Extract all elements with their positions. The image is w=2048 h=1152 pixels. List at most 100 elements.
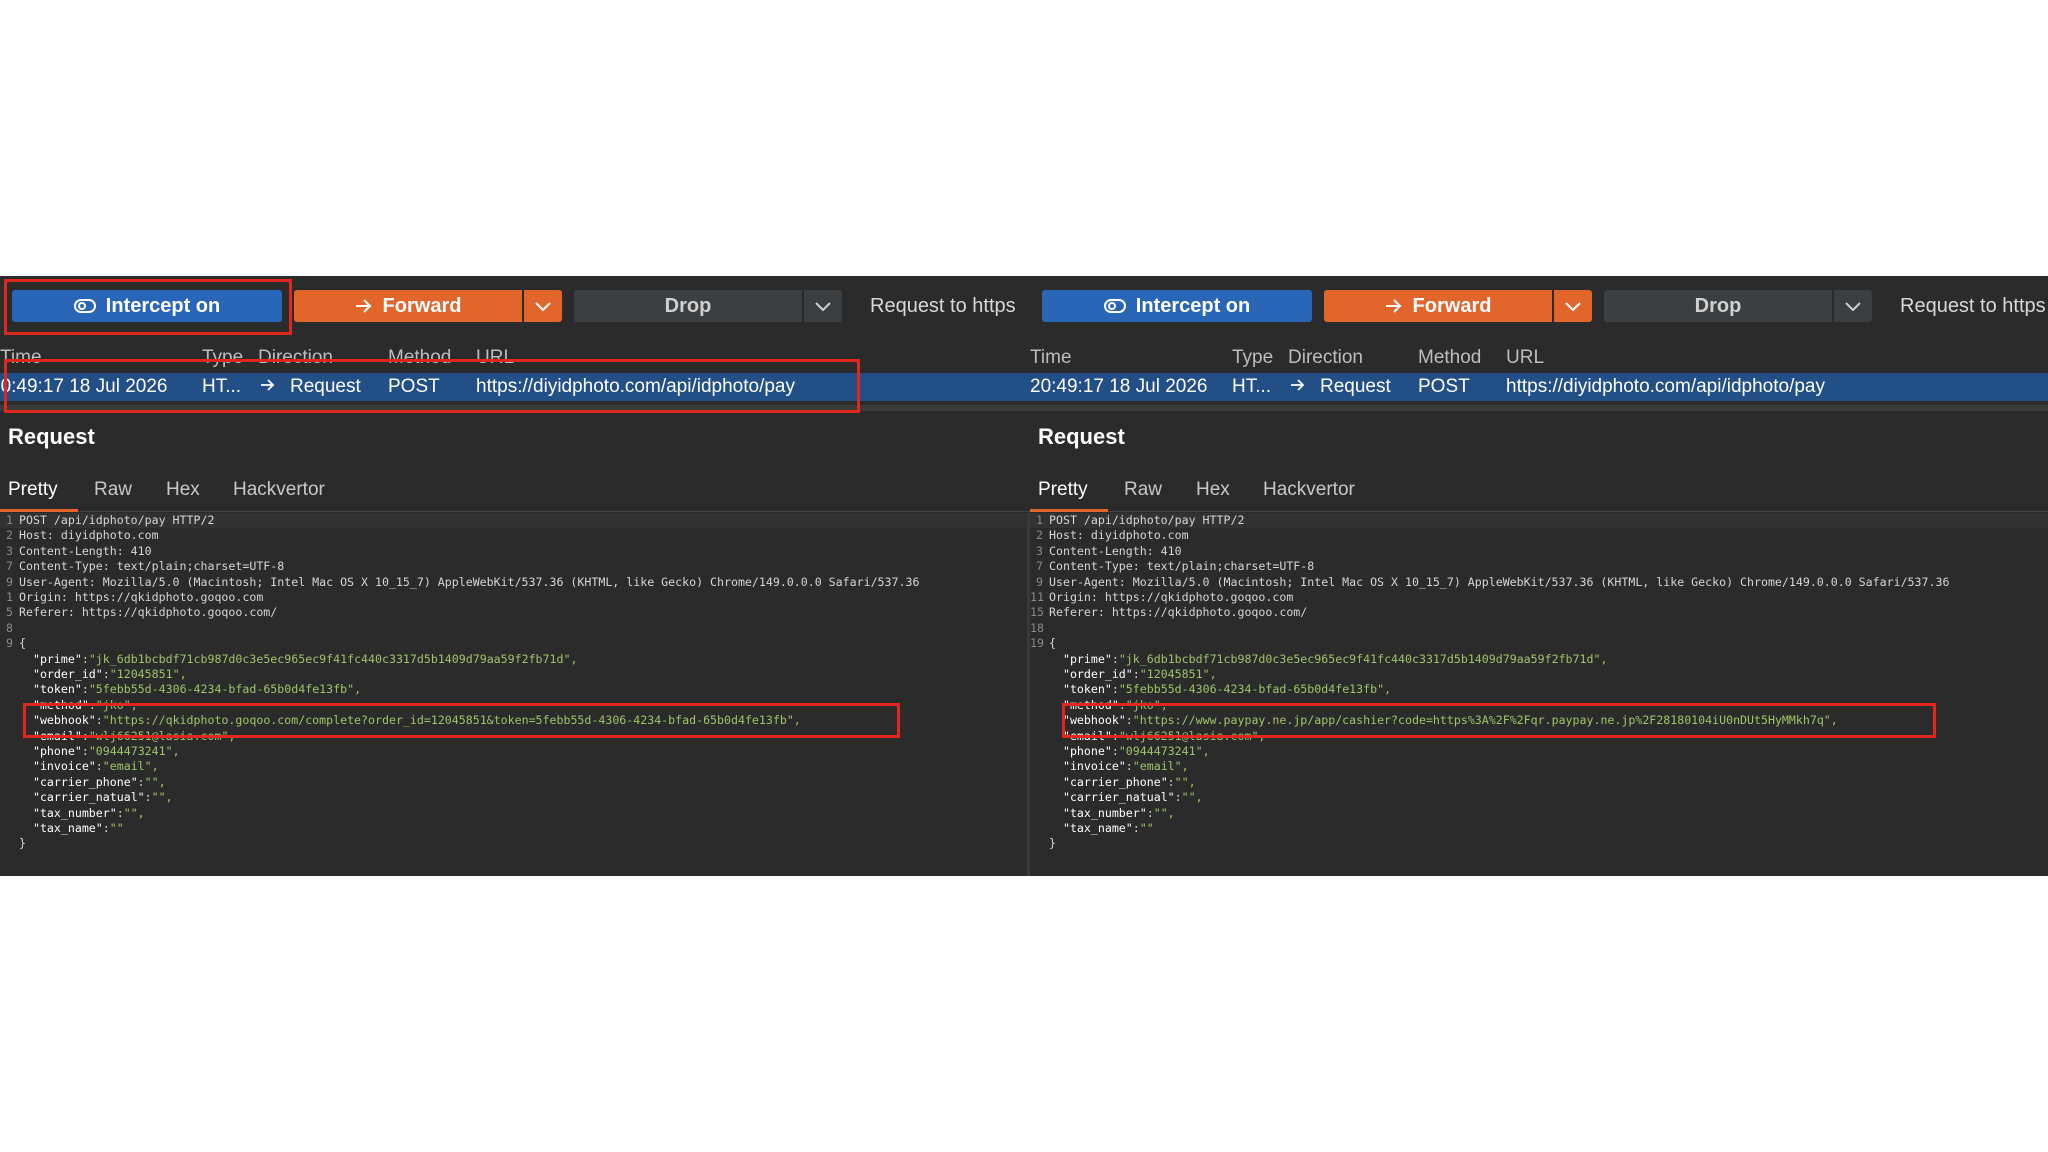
code-text: Referer: https://qkidphoto.goqoo.com/ [19, 605, 278, 620]
intercept-toggle-button[interactable]: Intercept on [1042, 290, 1312, 322]
code-line[interactable]: "phone":"0944473241", [1030, 744, 2048, 759]
drop-dropdown-button[interactable] [1834, 290, 1872, 322]
drop-label: Drop [664, 294, 712, 317]
code-line[interactable]: 2 Host: diyidphoto.com [1030, 528, 2048, 543]
arrow-right-icon [355, 298, 373, 314]
code-text: User-Agent: Mozilla/5.0 (Macintosh; Inte… [19, 574, 920, 589]
line-number: 5 [6, 605, 13, 620]
code-line[interactable]: "carrier_phone":"", [1030, 775, 2048, 790]
row-time: 20:49:17 18 Jul 2026 [1030, 376, 1208, 397]
col-type[interactable]: Type [1232, 347, 1273, 369]
code-text: POST /api/idphoto/pay HTTP/2 [19, 513, 215, 527]
line-number: 11 [1030, 590, 1044, 604]
code-line[interactable]: "carrier_natual":"", [0, 790, 1030, 805]
code-line[interactable]: 15 Referer: https://qkidphoto.goqoo.com/ [1030, 605, 2048, 620]
code-line[interactable]: "order_id":"12045851", [1030, 667, 2048, 682]
code-line[interactable]: "carrier_natual":"", [1030, 790, 2048, 805]
code-line[interactable]: "tax_name":"" [0, 821, 1030, 836]
code-line[interactable]: "token":"5febb55d-4306-4234-bfad-65b0d4f… [1030, 682, 2048, 697]
request-title: Request [8, 424, 95, 449]
code-text: { [1049, 636, 1056, 651]
code-line[interactable]: } [1030, 836, 2048, 851]
code-line[interactable]: 9 User-Agent: Mozilla/5.0 (Macintosh; Int… [1030, 575, 2048, 590]
forward-button[interactable]: Forward [1324, 290, 1552, 322]
col-method[interactable]: Method [1418, 347, 1481, 369]
request-to-label: Request to https [1900, 295, 2046, 317]
code-text: "tax_name":"" [32, 821, 124, 835]
code-text: Origin: https://qkidphoto.goqoo.com [19, 590, 264, 604]
code-line[interactable]: 8 [0, 621, 1030, 636]
code-line[interactable]: 5 Referer: https://qkidphoto.goqoo.com/ [0, 605, 1030, 620]
code-line[interactable]: } [0, 836, 1030, 851]
tab-hex[interactable]: Hex [166, 475, 200, 509]
col-direction[interactable]: Direction [1288, 347, 1363, 369]
forward-dropdown-button[interactable] [1554, 290, 1592, 322]
code-line[interactable]: 3 Content-Length: 410 [1030, 544, 2048, 559]
code-line[interactable]: 11 Origin: https://qkidphoto.goqoo.com [1030, 590, 2048, 605]
col-url[interactable]: URL [1506, 347, 1544, 369]
code-text: "invoice":"email", [1062, 759, 1189, 774]
code-line[interactable]: "invoice":"email", [0, 759, 1030, 774]
code-text: } [19, 836, 26, 851]
code-line[interactable]: 9 User-Agent: Mozilla/5.0 (Macintosh; Int… [0, 575, 1030, 590]
code-line[interactable]: "token":"5febb55d-4306-4234-bfad-65b0d4f… [0, 682, 1030, 697]
line-number: 15 [1030, 605, 1044, 620]
code-line[interactable]: 7 Content-Type: text/plain;charset=UTF-8 [0, 559, 1030, 574]
chevron-down-icon [815, 295, 831, 318]
drop-dropdown-button[interactable] [804, 290, 842, 322]
code-text: } [1049, 836, 1056, 851]
tab-pretty[interactable]: Pretty [1030, 475, 1108, 512]
line-number: 9 [6, 574, 13, 589]
tab-pretty[interactable]: Pretty [0, 475, 78, 512]
code-line[interactable]: "prime":"jk_6db1bcbdf71cb987d0c3e5ec965e… [0, 652, 1030, 667]
code-line[interactable]: 9{ [0, 636, 1030, 651]
code-line[interactable]: 2 Host: diyidphoto.com [0, 528, 1030, 543]
tab-hex[interactable]: Hex [1196, 475, 1230, 509]
table-row[interactable]: 20:49:17 18 Jul 2026 HT... Request POST … [1030, 373, 2048, 401]
code-line[interactable]: "carrier_phone":"", [0, 775, 1030, 790]
code-text: Content-Length: 410 [1049, 543, 1182, 558]
code-text: "carrier_phone":"", [32, 774, 166, 789]
tab-hackvertor[interactable]: Hackvertor [233, 475, 325, 509]
line-number: 19 [1030, 636, 1044, 651]
code-text: Host: diyidphoto.com [19, 528, 159, 543]
line-number: 7 [1036, 559, 1043, 574]
divider[interactable] [1030, 405, 2048, 411]
code-line[interactable]: "phone":"0944473241", [0, 744, 1030, 759]
code-line[interactable]: "order_id":"12045851", [0, 667, 1030, 682]
code-line[interactable]: 7 Content-Type: text/plain;charset=UTF-8 [1030, 559, 2048, 574]
request-editor[interactable]: 1 POST /api/idphoto/pay HTTP/2 2 Host: diyi… [1030, 513, 2048, 876]
code-text: Host: diyidphoto.com [1049, 528, 1189, 543]
forward-button[interactable]: Forward [294, 290, 522, 322]
code-line[interactable]: "tax_number":"", [1030, 806, 2048, 821]
col-time[interactable]: Time [1030, 347, 1072, 369]
code-text: Content-Length: 410 [19, 543, 152, 558]
tab-raw[interactable]: Raw [94, 475, 132, 509]
tab-raw[interactable]: Raw [1124, 475, 1162, 509]
code-line[interactable]: 1 POST /api/idphoto/pay HTTP/2 [1030, 513, 2048, 529]
forward-dropdown-button[interactable] [524, 290, 562, 322]
request-editor[interactable]: 1 POST /api/idphoto/pay HTTP/2 2 Host: diyi… [0, 513, 1030, 876]
code-line[interactable]: 18 [1030, 621, 2048, 636]
line-number: 2 [1036, 528, 1043, 543]
drop-button[interactable]: Drop [574, 290, 802, 322]
request-tabs: Pretty Raw Hex Hackvertor [0, 475, 1030, 512]
code-line[interactable]: "tax_number":"", [0, 806, 1030, 821]
code-text: Content-Type: text/plain;charset=UTF-8 [1049, 559, 1315, 574]
code-line[interactable]: 19 { [1030, 636, 2048, 651]
code-line[interactable]: 1 POST /api/idphoto/pay HTTP/2 [0, 513, 1030, 529]
drop-button[interactable]: Drop [1604, 290, 1832, 322]
row-type: HT... [1232, 376, 1272, 397]
code-text: "tax_name":"" [1062, 821, 1154, 835]
code-line[interactable]: "tax_name":"" [1030, 821, 2048, 836]
line-number: 1 [6, 513, 13, 527]
tab-hackvertor[interactable]: Hackvertor [1263, 475, 1355, 509]
code-line[interactable]: 1 Origin: https://qkidphoto.goqoo.com [0, 590, 1030, 605]
code-text: "token":"5febb55d-4306-4234-bfad-65b0d4f… [32, 682, 362, 697]
line-number: 3 [6, 543, 13, 558]
line-number: 18 [1030, 620, 1044, 635]
code-line[interactable]: "prime":"jk_6db1bcbdf71cb987d0c3e5ec965e… [1030, 652, 2048, 667]
code-text: "phone":"0944473241", [32, 744, 180, 758]
code-line[interactable]: "invoice":"email", [1030, 759, 2048, 774]
code-line[interactable]: 3 Content-Length: 410 [0, 544, 1030, 559]
